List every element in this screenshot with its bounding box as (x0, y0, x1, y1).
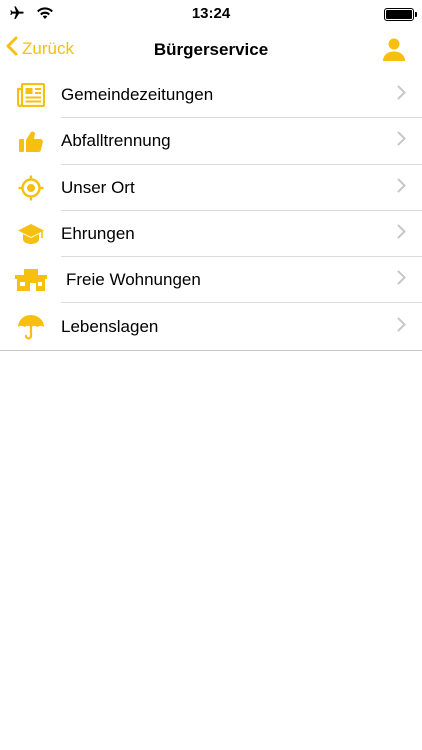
menu-item-label: Gemeindezeitungen (61, 85, 214, 105)
user-button[interactable] (382, 37, 406, 66)
location-target-icon (14, 173, 48, 203)
chevron-right-icon (397, 224, 406, 244)
menu-item-abfalltrennung[interactable]: Abfalltrennung (0, 118, 422, 165)
user-icon (382, 38, 406, 65)
chevron-right-icon (397, 131, 406, 151)
graduation-cap-icon (14, 219, 48, 249)
chevron-right-icon (397, 85, 406, 105)
menu-item-ehrungen[interactable]: Ehrungen (0, 211, 422, 258)
menu-item-label: Ehrungen (61, 224, 135, 244)
menu-item-label: Lebenslagen (61, 316, 159, 336)
newspaper-icon (14, 80, 48, 110)
service-menu: Gemeindezeitungen Abfalltrennung Unser O… (0, 72, 422, 351)
building-icon (14, 265, 48, 295)
navigation-bar: Zurück Bürgerservice (0, 28, 422, 72)
menu-item-label: Freie Wohnungen (66, 270, 201, 290)
chevron-right-icon (397, 317, 406, 337)
umbrella-icon (14, 312, 48, 342)
chevron-right-icon (397, 178, 406, 198)
menu-item-label: Unser Ort (61, 177, 135, 197)
menu-item-lebenslagen[interactable]: Lebenslagen (0, 303, 422, 349)
menu-item-unser-ort[interactable]: Unser Ort (0, 165, 422, 211)
page-title: Bürgerservice (153, 40, 269, 59)
status-bar: 13:24 (0, 0, 422, 28)
battery-icon (384, 8, 417, 21)
menu-item-freie-wohnungen[interactable]: Freie Wohnungen (0, 257, 422, 304)
menu-item-gemeindezeitungen[interactable]: Gemeindezeitungen (0, 72, 422, 119)
menu-item-label: Abfalltrennung (61, 131, 171, 151)
thumbs-up-icon (14, 126, 48, 156)
status-time: 13:24 (191, 5, 231, 22)
chevron-right-icon (397, 270, 406, 290)
